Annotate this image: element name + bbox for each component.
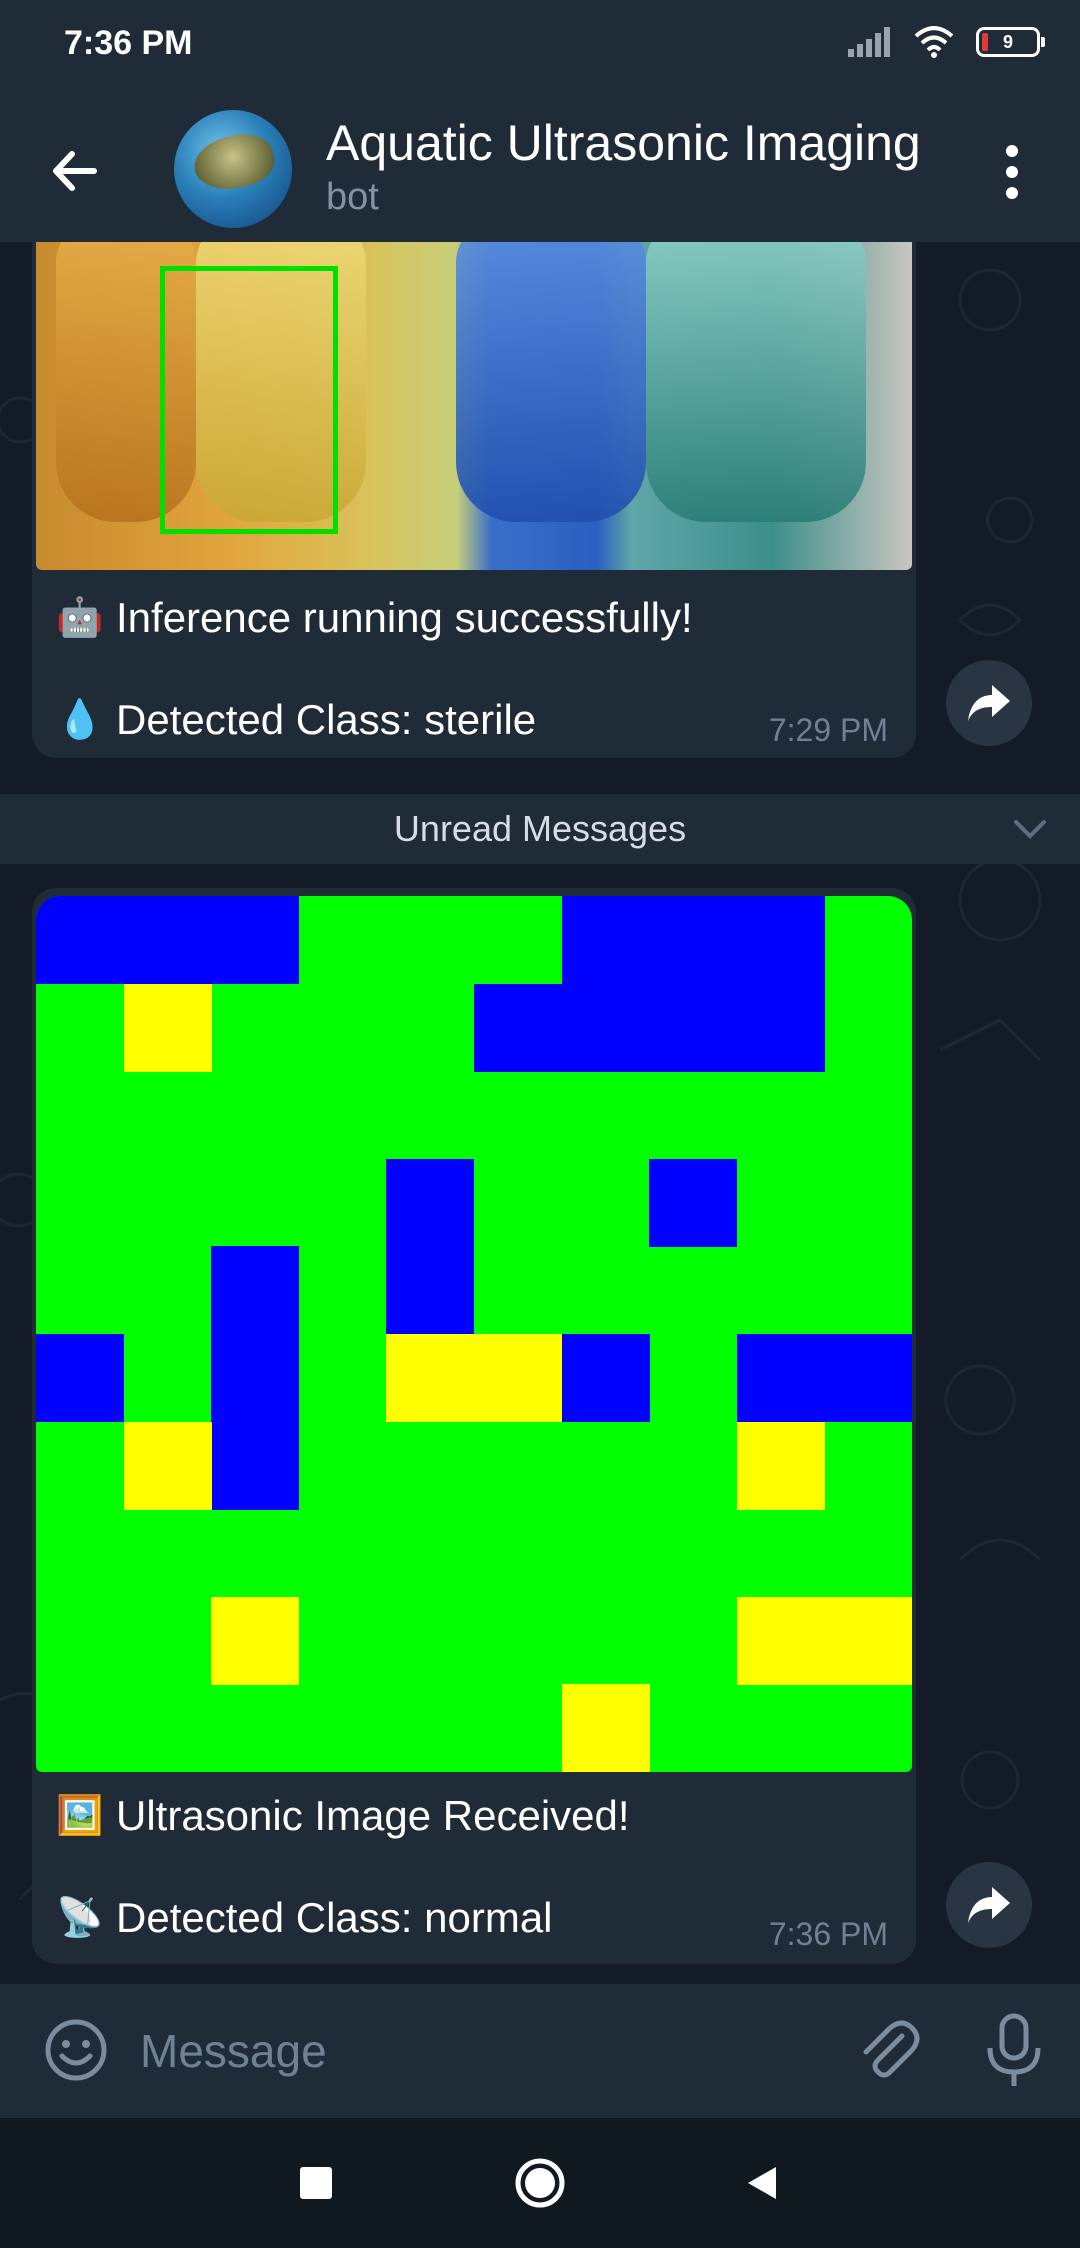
grid-cell-blue <box>649 983 738 1072</box>
grid-cell-yellow <box>474 1334 562 1422</box>
robot-emoji-icon: 🤖 <box>56 597 104 639</box>
grid-cell-blue <box>824 1334 912 1422</box>
back-button[interactable] <box>732 2153 792 2213</box>
grid-cell-yellow <box>211 1596 300 1685</box>
chat-subtitle: bot <box>326 176 379 218</box>
message-bubble[interactable]: 🤖 Inference running successfully! 💧 Dete… <box>32 210 916 758</box>
picture-emoji-icon: 🖼️ <box>56 1795 104 1837</box>
grid-cell-blue <box>474 983 562 1072</box>
message-line: 📡 Detected Class: normal <box>56 1894 553 1942</box>
grid-cell-blue <box>36 896 124 984</box>
message-text: Detected Class: sterile <box>116 696 537 743</box>
droplet-emoji-icon: 💧 <box>56 699 104 741</box>
grid-cell-blue <box>649 1158 738 1247</box>
status-icons: 9 <box>848 26 1045 58</box>
grid-cell-yellow <box>386 1334 475 1422</box>
grid-cell-blue <box>736 896 825 984</box>
photo-bottle-teal <box>646 242 866 522</box>
message-line: 🤖 Inference running successfully! <box>56 594 693 642</box>
unread-label: Unread Messages <box>393 808 687 849</box>
grid-cell-yellow <box>736 1421 825 1510</box>
message-composer <box>0 1984 1080 2118</box>
grid-cell-blue <box>561 983 650 1072</box>
grid-cell-yellow <box>123 1421 212 1510</box>
message-text: Detected Class: normal <box>116 1894 553 1941</box>
wifi-icon <box>914 26 954 58</box>
grid-cell-blue <box>561 1334 650 1422</box>
chat-title[interactable]: Aquatic Ultrasonic Imaging <box>326 114 966 172</box>
menu-dot-icon <box>1006 187 1018 199</box>
message-time: 7:36 PM <box>768 1916 888 1952</box>
emoji-smile-icon[interactable] <box>40 2014 112 2086</box>
recents-button[interactable] <box>286 2153 346 2213</box>
square-icon <box>300 2167 332 2199</box>
home-circle-icon <box>515 2158 565 2208</box>
microphone-icon[interactable] <box>982 2010 1046 2090</box>
grid-cell-blue <box>736 1334 825 1422</box>
message-photo-ultrasonic[interactable] <box>36 896 912 1772</box>
grid-cell-blue <box>649 896 738 984</box>
message-bubble[interactable]: 🖼️ Ultrasonic Image Received! 📡 Detected… <box>32 888 916 1964</box>
battery-tip <box>1041 37 1045 47</box>
battery-icon: 9 <box>976 27 1045 57</box>
back-triangle-icon <box>748 2167 776 2199</box>
message-time: 7:29 PM <box>768 712 888 748</box>
grid-cell-blue <box>386 1246 475 1335</box>
home-button[interactable] <box>510 2153 570 2213</box>
detection-box <box>160 266 338 534</box>
turtle-avatar-image <box>189 128 279 196</box>
more-options-button[interactable] <box>992 136 1032 208</box>
message-photo[interactable] <box>36 242 912 570</box>
message-text: Ultrasonic Image Received! <box>116 1792 630 1839</box>
message-input[interactable] <box>138 2014 782 2088</box>
message-line: 💧 Detected Class: sterile <box>56 696 536 744</box>
system-navigation-bar <box>0 2118 1080 2248</box>
grid-cell-blue <box>561 896 650 984</box>
message-line: 🖼️ Ultrasonic Image Received! <box>56 1792 630 1840</box>
grid-cell-yellow <box>123 983 212 1072</box>
forward-button[interactable] <box>946 660 1032 746</box>
chevron-down-icon[interactable] <box>1012 814 1048 844</box>
status-bar: 7:36 PM 9 <box>0 0 1080 96</box>
grid-cell-blue <box>211 1246 300 1335</box>
forward-arrow-icon <box>968 685 1010 721</box>
back-arrow-icon[interactable] <box>40 136 110 206</box>
status-time: 7:36 PM <box>64 24 193 62</box>
grid-cell-blue <box>211 1421 300 1510</box>
forward-arrow-icon <box>968 1887 1010 1923</box>
grid-cell-blue <box>211 1334 300 1422</box>
chat-header: Aquatic Ultrasonic Imaging bot <box>0 96 1080 242</box>
grid-cell-blue <box>36 1334 124 1422</box>
message-text: Inference running successfully! <box>116 594 693 641</box>
grid-cell-blue <box>386 1158 475 1247</box>
grid-cell-yellow <box>561 1684 650 1772</box>
avatar[interactable] <box>174 110 292 228</box>
signal-icon <box>848 27 890 57</box>
menu-dot-icon <box>1006 166 1018 178</box>
satellite-antenna-emoji-icon: 📡 <box>56 1897 104 1939</box>
grid-cell-blue <box>211 896 300 984</box>
photo-bottle-blue <box>456 242 646 522</box>
grid-cell-yellow <box>736 1596 825 1685</box>
menu-dot-icon <box>1006 145 1018 157</box>
grid-cell-yellow <box>824 1596 912 1685</box>
grid-cell-blue <box>736 983 825 1072</box>
battery-percent: 9 <box>1002 32 1013 52</box>
paperclip-icon[interactable] <box>850 2012 926 2088</box>
grid-cell-blue <box>123 896 212 984</box>
forward-button[interactable] <box>946 1862 1032 1948</box>
unread-divider: Unread Messages <box>0 794 1080 864</box>
